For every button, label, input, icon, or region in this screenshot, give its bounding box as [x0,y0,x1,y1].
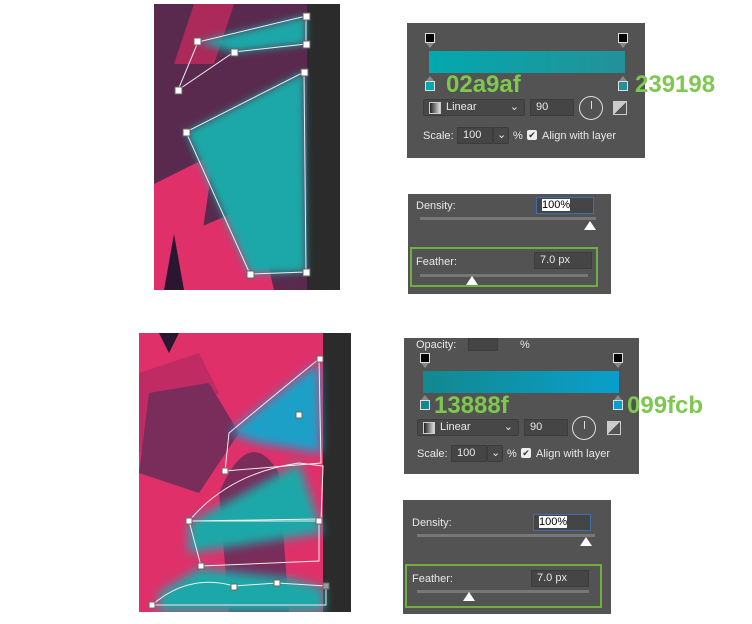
gradient-swatch-icon [429,102,441,114]
gradient-style-value: Linear [440,421,471,433]
density-label: Density: [416,200,456,212]
angle-input[interactable]: 90 [530,99,574,116]
density-input[interactable]: 100% [536,197,594,214]
density-slider[interactable] [420,217,596,220]
density-slider-thumb[interactable] [584,221,596,230]
opacity-stop-right[interactable] [618,33,628,48]
percent-label: % [513,130,523,142]
align-with-layer-checkbox[interactable]: ✔ [521,448,531,458]
chevron-down-icon: ⌄ [503,421,513,433]
feather-slider-thumb[interactable] [463,592,475,601]
end-color-hex: 099fcb [627,392,704,419]
chevron-down-icon: ⌄ [497,129,507,141]
feather-slider[interactable] [417,590,589,593]
angle-input[interactable]: 90 [524,419,568,436]
density-value: 100% [539,516,568,528]
gradient-style-select[interactable]: Linear ⌄ [423,99,525,116]
align-with-layer-label: Align with layer [542,130,616,142]
color-stop-right[interactable] [618,76,628,91]
density-label: Density: [412,517,452,529]
opacity-input[interactable] [468,338,498,351]
opacity-unit: % [520,339,530,351]
opacity-label: Opacity: [416,339,457,351]
density-input[interactable]: 100% [533,514,591,531]
feather-label: Feather: [412,573,453,585]
feather-slider[interactable] [420,274,588,277]
angle-dial[interactable] [572,416,596,440]
scale-dropdown[interactable]: ⌄ [487,445,503,462]
artwork-canvas-bottom [139,333,351,612]
gradient-panel-top: Linear ⌄ 90 Scale: 100 ⌄ % ✔ Align with … [407,23,645,158]
color-stop-left[interactable] [420,395,430,410]
start-color-hex: 13888f [434,392,509,419]
gradient-style-value: Linear [446,101,477,113]
feather-input[interactable]: 7.0 px [534,252,592,269]
mask-properties-panel-top: Density: 100% Feather: 7.0 px [408,194,611,294]
density-value: 100% [542,199,571,211]
opacity-stop-left[interactable] [425,33,435,48]
density-slider[interactable] [417,534,595,537]
chevron-down-icon: ⌄ [491,447,501,459]
artwork-canvas-top [154,4,340,290]
gradient-style-select[interactable]: Linear ⌄ [417,419,519,436]
percent-label: % [507,448,517,460]
feather-label: Feather: [416,256,457,268]
mask-properties-panel-bottom: Density: 100% Feather: 7.0 px [403,500,611,614]
opacity-stop-left[interactable] [420,353,430,368]
feather-slider-thumb[interactable] [466,276,478,285]
gradient-swatch-icon [423,422,435,434]
scale-input[interactable]: 100 [451,445,487,462]
gradient-bar[interactable] [423,371,619,393]
scale-dropdown[interactable]: ⌄ [493,127,509,144]
end-color-hex: 239198 [635,71,716,98]
reverse-gradient-icon[interactable] [607,421,621,435]
opacity-stop-right[interactable] [613,353,623,368]
align-with-layer-checkbox[interactable]: ✔ [527,130,537,140]
density-slider-thumb[interactable] [580,537,592,546]
align-with-layer-label: Align with layer [536,448,610,460]
color-stop-right[interactable] [613,395,623,410]
scale-input[interactable]: 100 [457,127,493,144]
gradient-bar[interactable] [429,51,625,73]
chevron-down-icon: ⌄ [509,101,519,113]
reverse-gradient-icon[interactable] [613,101,627,115]
feather-input[interactable]: 7.0 px [531,570,589,587]
angle-dial[interactable] [579,96,603,120]
start-color-hex: 02a9af [446,71,521,98]
scale-label: Scale: [423,130,454,142]
scale-label: Scale: [417,448,448,460]
color-stop-left[interactable] [425,76,435,91]
